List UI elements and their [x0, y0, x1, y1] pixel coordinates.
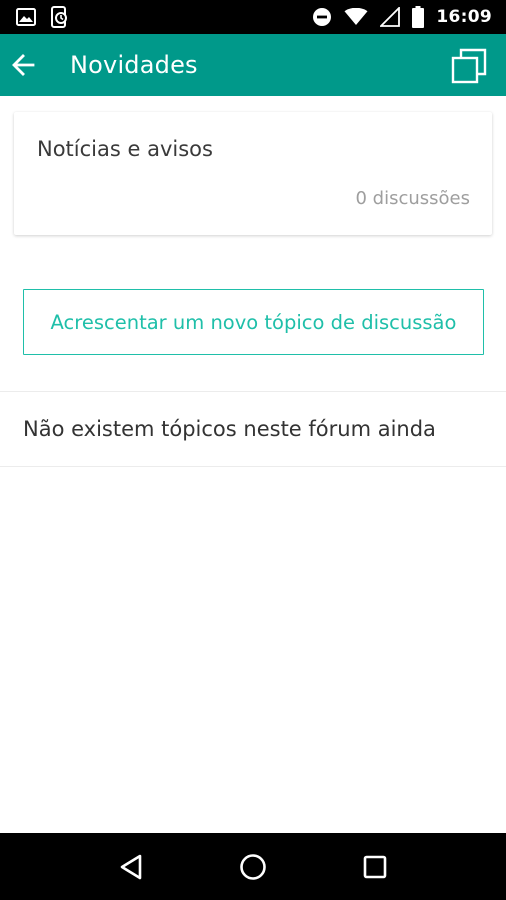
status-bar: 16:09	[0, 0, 506, 34]
image-notification-icon	[16, 8, 36, 26]
nav-back-icon	[120, 854, 142, 879]
multi-window-icon	[451, 48, 487, 84]
forum-title: Notícias e avisos	[37, 137, 213, 161]
discussion-count: 0 discussões	[355, 188, 470, 209]
back-button[interactable]	[0, 34, 46, 96]
battery-icon	[412, 6, 425, 28]
forum-card[interactable]: Notícias e avisos 0 discussões	[14, 112, 492, 235]
status-left	[16, 6, 70, 28]
app-bar: Novidades	[0, 34, 506, 96]
signal-icon	[380, 7, 401, 27]
status-time: 16:09	[436, 7, 492, 27]
sync-notification-icon	[51, 6, 67, 28]
do-not-disturb-icon	[313, 8, 332, 26]
nav-home-icon	[240, 853, 266, 880]
status-right: 16:09	[312, 6, 492, 28]
divider	[0, 391, 506, 392]
wifi-icon	[344, 8, 368, 25]
add-topic-button[interactable]: Acrescentar um novo tópico de discussão	[23, 289, 484, 355]
nav-back-button[interactable]	[111, 847, 151, 887]
nav-recents-button[interactable]	[355, 847, 395, 887]
page-title: Novidades	[70, 51, 198, 79]
empty-state-message: Não existem tópicos neste fórum ainda	[23, 417, 436, 441]
screen: 16:09 Novidades Notícias e avisos 0 disc…	[0, 0, 506, 900]
navigation-bar	[0, 833, 506, 900]
nav-home-button[interactable]	[233, 847, 273, 887]
divider	[0, 466, 506, 467]
nav-recents-icon	[363, 855, 387, 878]
multi-window-button[interactable]	[450, 47, 488, 85]
arrow-back-icon	[12, 54, 35, 76]
